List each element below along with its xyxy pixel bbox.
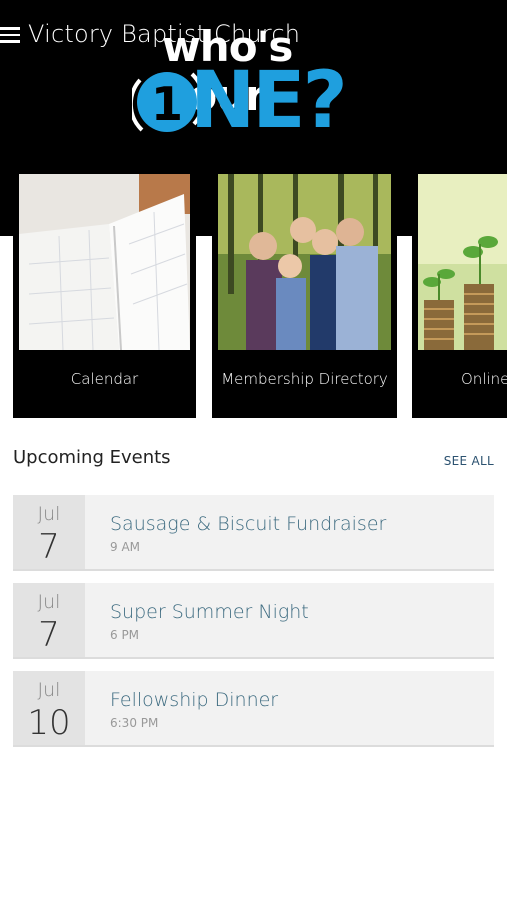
event-item[interactable]: Jul 10 Fellowship Dinner 6:30 PM xyxy=(13,671,494,747)
card-label-online: Online xyxy=(461,370,507,388)
event-month: Jul xyxy=(37,591,61,613)
card-online[interactable]: Online xyxy=(412,172,507,418)
event-date: Jul 7 xyxy=(13,495,85,569)
family-photo xyxy=(218,174,391,350)
event-name: Fellowship Dinner xyxy=(110,689,279,711)
coins-plants-photo xyxy=(418,174,507,350)
feature-cards: Calendar Membership Directory Online xyxy=(0,172,507,422)
card-label-calendar: Calendar xyxy=(70,370,139,388)
card-calendar[interactable]: Calendar xyxy=(13,172,196,418)
card-label-membership-directory: Membership Directory xyxy=(221,370,388,388)
event-date: Jul 7 xyxy=(13,583,85,657)
event-time: 6 PM xyxy=(110,628,140,642)
event-month: Jul xyxy=(37,679,61,701)
event-name: Super Summer Night xyxy=(110,601,309,623)
event-time: 6:30 PM xyxy=(110,716,159,730)
event-name: Sausage & Biscuit Fundraiser xyxy=(110,513,387,535)
upcoming-events-title: Upcoming Events xyxy=(13,447,171,468)
card-membership-directory[interactable]: Membership Directory xyxy=(212,172,397,418)
event-date: Jul 10 xyxy=(13,671,85,745)
whos-your-one-logo: who's your 1 NE? xyxy=(132,22,392,157)
calendar-photo xyxy=(19,174,190,350)
event-time: 9 AM xyxy=(110,540,141,554)
event-day: 10 xyxy=(27,703,71,743)
event-day: 7 xyxy=(38,615,60,655)
event-item[interactable]: Jul 7 Super Summer Night 6 PM xyxy=(13,583,494,659)
see-all-link[interactable]: SEE ALL xyxy=(444,454,494,468)
event-day: 7 xyxy=(38,527,60,567)
event-month: Jul xyxy=(37,503,61,525)
logo-number: 1 xyxy=(151,77,183,131)
event-item[interactable]: Jul 7 Sausage & Biscuit Fundraiser 9 AM xyxy=(13,495,494,571)
hamburger-menu-icon[interactable] xyxy=(0,27,22,45)
card-divider xyxy=(198,236,204,416)
logo-text-bottom: NE? xyxy=(190,56,348,146)
card-divider xyxy=(399,236,405,416)
